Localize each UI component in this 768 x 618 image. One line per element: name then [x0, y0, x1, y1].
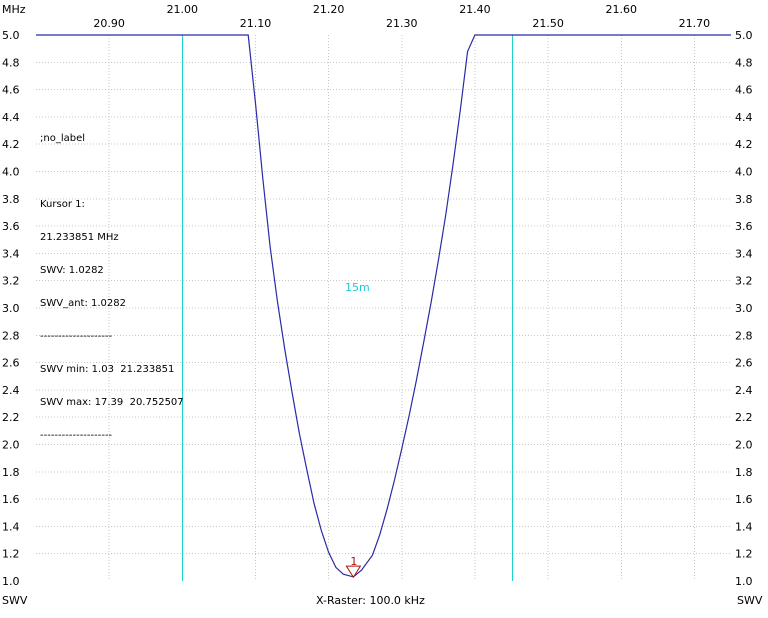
y-tick-label-right: 4.4	[735, 111, 753, 124]
x-tick-label: 21.10	[240, 17, 272, 30]
y-tick-label-left: 4.0	[2, 166, 20, 179]
y-tick-label-right: 2.0	[735, 439, 753, 452]
y-tick-label-left: 4.6	[2, 84, 20, 97]
swv-max: SWV max: 17.39 20.752507	[40, 397, 184, 408]
y-tick-label-right: 1.4	[735, 520, 753, 533]
x-tick-label: 21.70	[679, 17, 711, 30]
y-tick-label-right: 3.8	[735, 193, 753, 206]
y-tick-label-left: 2.6	[2, 357, 20, 370]
y-tick-label-right: 1.6	[735, 493, 753, 506]
y-tick-label-right: 4.8	[735, 56, 753, 69]
y-tick-label-left: 3.0	[2, 302, 20, 315]
separator-2: --------------------	[40, 430, 113, 441]
y-tick-label-left: 4.4	[2, 111, 20, 124]
cursor-marker: 1	[345, 555, 362, 579]
y-tick-label-right: 3.6	[735, 220, 753, 233]
unit-bottom-right: SWV	[737, 594, 763, 607]
info-block: ;no_label Kursor 1: 21.233851 MHz SWV: 1…	[40, 111, 184, 452]
y-tick-label-right: 3.4	[735, 247, 753, 260]
y-tick-label-left: 2.4	[2, 384, 20, 397]
x-raster-label: X-Raster: 100.0 kHz	[316, 594, 425, 607]
cursor-title: Kursor 1:	[40, 199, 85, 210]
unit-bottom-left: SWV	[2, 594, 28, 607]
y-tick-label-left: 5.0	[2, 29, 20, 42]
y-tick-label-right: 2.8	[735, 329, 753, 342]
y-tick-label-left: 3.6	[2, 220, 20, 233]
y-tick-label-right: 1.2	[735, 548, 753, 561]
x-tick-label: 21.50	[532, 17, 564, 30]
y-tick-label-left: 3.4	[2, 247, 20, 260]
no-label-text: ;no_label	[40, 133, 86, 144]
y-tick-label-left: 1.2	[2, 548, 20, 561]
y-tick-label-left: 2.0	[2, 439, 20, 452]
y-tick-label-right: 3.2	[735, 275, 753, 288]
y-tick-label-left: 4.8	[2, 56, 20, 69]
y-tick-label-left: 1.6	[2, 493, 20, 506]
cursor-swv: SWV: 1.0282	[40, 265, 104, 276]
y-tick-label-left: 3.8	[2, 193, 20, 206]
separator-1: --------------------	[40, 331, 113, 342]
band-label: 15m	[345, 281, 370, 294]
x-tick-label: 20.90	[93, 17, 125, 30]
y-tick-label-left: 2.8	[2, 329, 20, 342]
y-tick-label-left: 2.2	[2, 411, 20, 424]
y-tick-label-right: 4.0	[735, 166, 753, 179]
y-tick-label-right: 2.2	[735, 411, 753, 424]
y-tick-label-right: 2.4	[735, 384, 753, 397]
x-tick-label: 21.30	[386, 17, 418, 30]
unit-top-left: MHz	[2, 3, 26, 16]
x-tick-label: 21.40	[459, 3, 491, 16]
y-tick-label-right: 3.0	[735, 302, 753, 315]
cursor-swv-ant: SWV_ant: 1.0282	[40, 298, 127, 309]
x-tick-label: 21.60	[606, 3, 638, 16]
cursor-frequency: 21.233851 MHz	[40, 232, 119, 243]
y-tick-label-left: 4.2	[2, 138, 20, 151]
x-tick-label: 21.00	[167, 3, 199, 16]
y-tick-label-right: 4.2	[735, 138, 753, 151]
y-tick-label-right: 1.0	[735, 575, 753, 588]
x-tick-label: 21.20	[313, 3, 345, 16]
cursor-label: 1	[350, 555, 357, 568]
y-tick-label-right: 5.0	[735, 29, 753, 42]
y-tick-label-left: 3.2	[2, 275, 20, 288]
y-tick-label-left: 1.4	[2, 520, 20, 533]
y-tick-label-left: 1.8	[2, 466, 20, 479]
y-tick-label-right: 1.8	[735, 466, 753, 479]
swv-min: SWV min: 1.03 21.233851	[40, 364, 175, 375]
y-tick-label-left: 1.0	[2, 575, 20, 588]
y-tick-label-right: 4.6	[735, 84, 753, 97]
y-tick-label-right: 2.6	[735, 357, 753, 370]
